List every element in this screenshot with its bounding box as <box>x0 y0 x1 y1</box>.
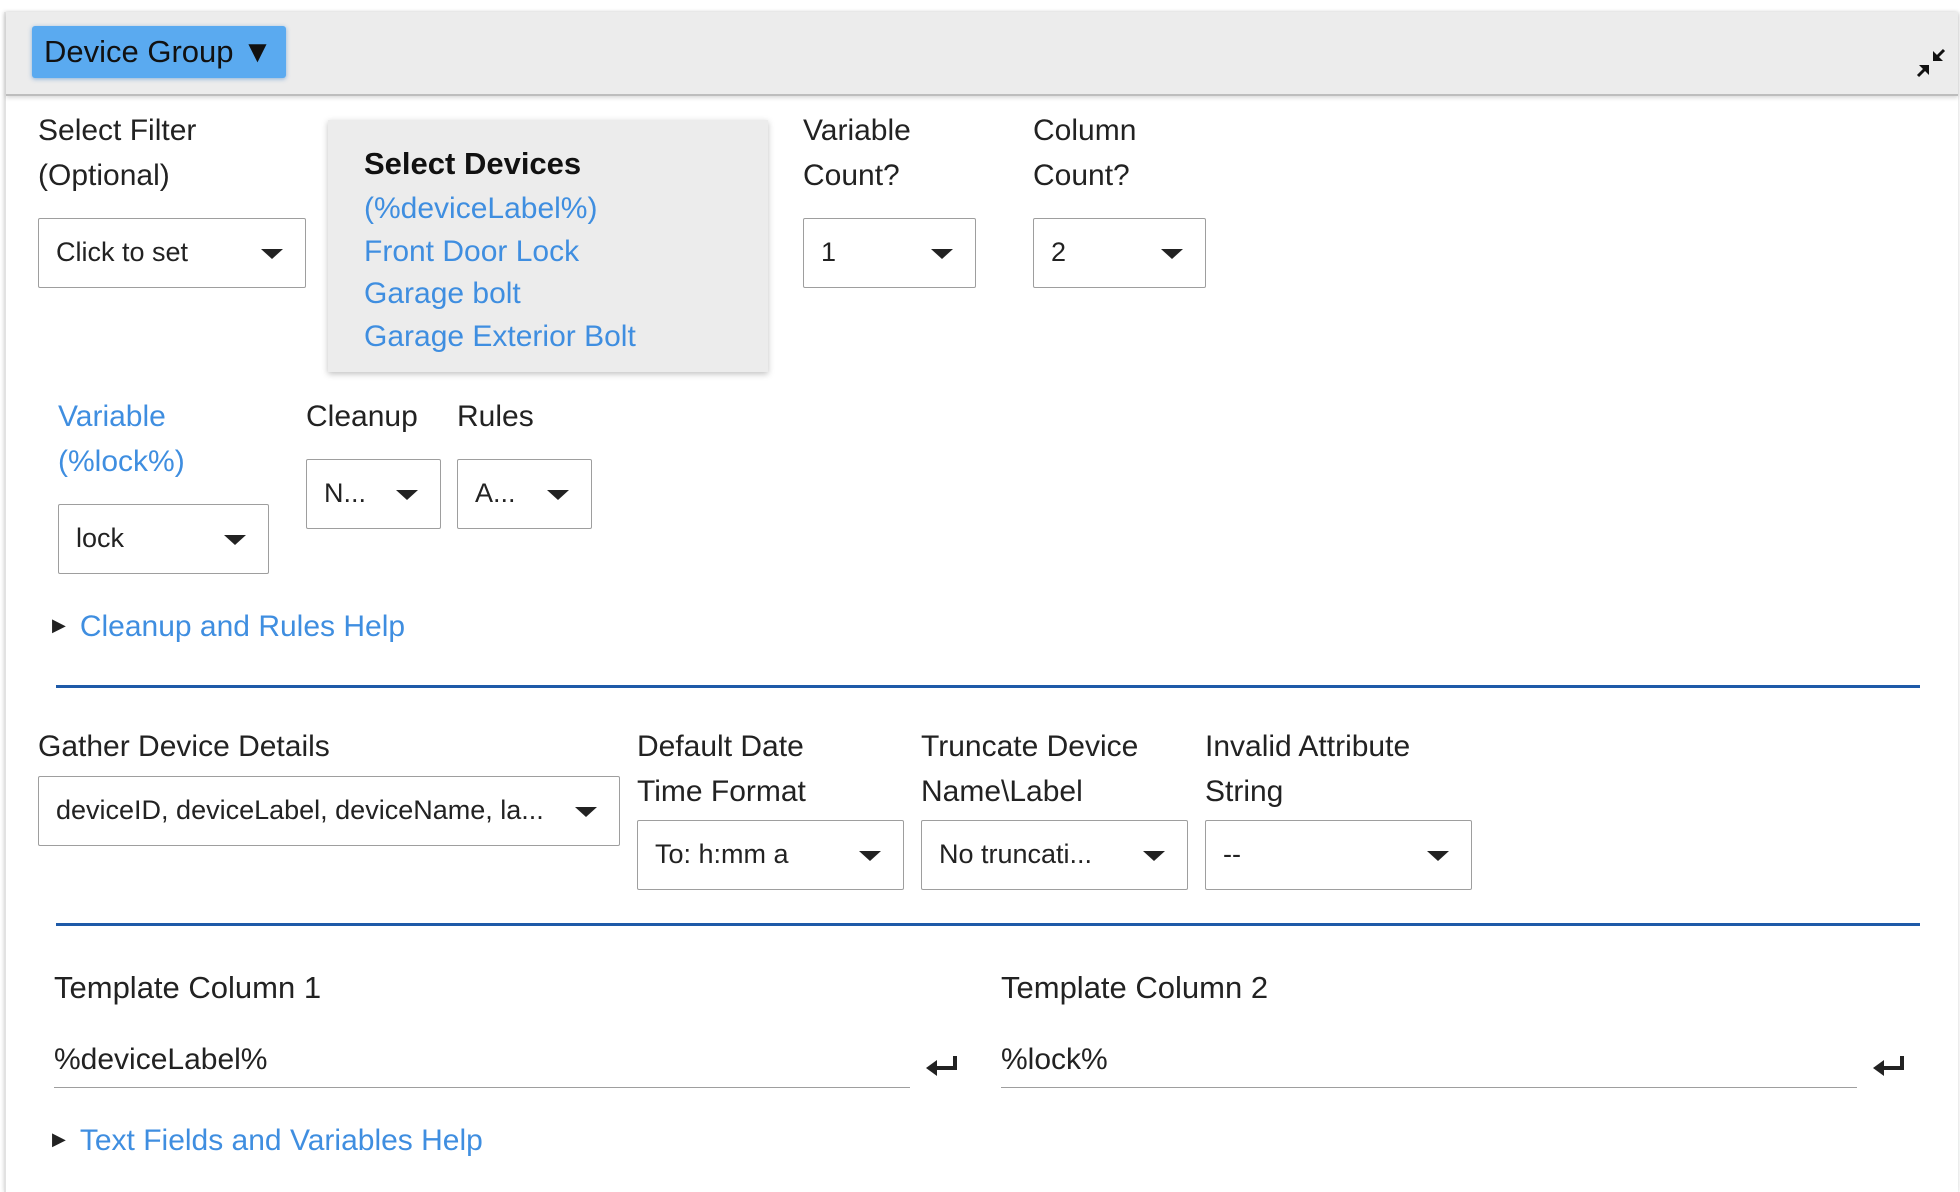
enter-return-icon[interactable] <box>924 1052 960 1082</box>
device-group-toggle-button[interactable]: Device Group ▼ <box>32 26 286 78</box>
cleanup-dropdown[interactable]: N... <box>306 459 441 529</box>
chevron-down-icon <box>261 249 283 259</box>
truncate-dropdown[interactable]: No truncati... <box>921 820 1188 890</box>
triangle-right-icon: ▶ <box>52 1128 66 1149</box>
variable-dropdown[interactable]: lock <box>58 504 269 574</box>
column-count-dropdown[interactable]: 2 <box>1033 218 1206 288</box>
device-list-item: Garage Exterior Bolt <box>364 320 636 353</box>
template-column-2-input[interactable] <box>1001 1032 1857 1088</box>
template-column-1-label: Template Column 1 <box>54 970 322 1005</box>
date-format-dropdown[interactable]: To: h:mm a <box>637 820 904 890</box>
rules-label: Rules <box>457 400 534 433</box>
collapse-arrows-icon[interactable] <box>1914 46 1948 80</box>
chevron-down-icon <box>575 807 597 817</box>
template-column-1-input[interactable] <box>54 1032 910 1088</box>
device-list-item: Garage bolt <box>364 277 521 310</box>
divider <box>56 923 1920 926</box>
device-list-item: (%deviceLabel%) <box>364 192 598 225</box>
text-fields-help-link[interactable]: ▶ Text Fields and Variables Help <box>52 1124 483 1158</box>
chevron-down-icon <box>547 490 569 500</box>
enter-return-icon[interactable] <box>1871 1052 1907 1082</box>
template-column-2-label: Template Column 2 <box>1001 970 1269 1005</box>
device-group-panel: Device Group ▼ Select Filter (Optional) … <box>4 12 1958 1192</box>
chevron-down-icon <box>1161 249 1183 259</box>
variable-count-label: Variable Count? <box>803 114 911 192</box>
invalid-attribute-label: Invalid Attribute String <box>1205 730 1411 808</box>
chevron-down-icon <box>931 249 953 259</box>
variable-count-dropdown[interactable]: 1 <box>803 218 976 288</box>
chevron-down-icon <box>224 535 246 545</box>
truncate-label: Truncate Device Name\Label <box>921 730 1139 808</box>
chevron-down-icon <box>859 851 881 861</box>
chevron-down-icon <box>1143 851 1165 861</box>
select-devices-box[interactable]: Select Devices (%deviceLabel%) Front Doo… <box>328 120 768 372</box>
rules-dropdown[interactable]: A... <box>457 459 592 529</box>
device-list-item: Front Door Lock <box>364 235 580 268</box>
variable-lock-label[interactable]: Variable (%lock%) <box>58 394 185 484</box>
column-count-label: Column Count? <box>1033 114 1137 192</box>
divider <box>56 685 1920 688</box>
gather-device-details-label: Gather Device Details <box>38 730 330 763</box>
panel-header: Device Group ▼ <box>6 12 1958 96</box>
cleanup-rules-help-link[interactable]: ▶ Cleanup and Rules Help <box>52 610 405 644</box>
select-filter-dropdown[interactable]: Click to set <box>38 218 306 288</box>
chevron-down-icon <box>1427 851 1449 861</box>
cleanup-label: Cleanup <box>306 400 418 433</box>
select-filter-label: Select Filter (Optional) <box>38 114 197 192</box>
invalid-attribute-dropdown[interactable]: -- <box>1205 820 1472 890</box>
date-format-label: Default Date Time Format <box>637 730 806 808</box>
chevron-down-icon <box>396 490 418 500</box>
gather-device-details-dropdown[interactable]: deviceID, deviceLabel, deviceName, la... <box>38 776 620 846</box>
select-devices-title: Select Devices <box>364 146 582 181</box>
triangle-right-icon: ▶ <box>52 614 66 635</box>
